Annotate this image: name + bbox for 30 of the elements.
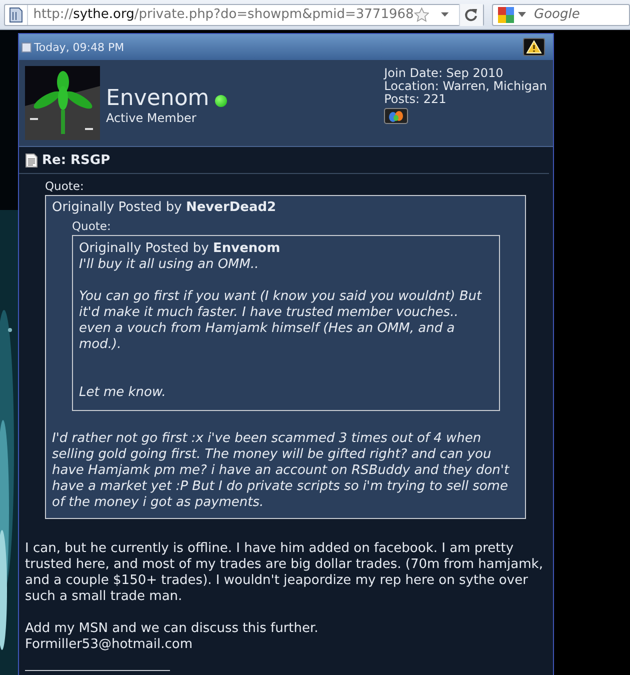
post-date: Today, 09:48 PM — [34, 40, 124, 54]
profile-detail: Join Date: Sep 2010 — [384, 67, 504, 80]
google-icon — [497, 6, 515, 24]
message-text: I can, but he currently is offline. I have him added on facebook. I am pretty trusted here, and most of my trades are big dollar trades. (70m from hamjamk, and a couple $150+ trades). I wouldn't jeapordize my rep here on sythe over such a small trade man. Add my MSN and we can discuss this further. — [25, 541, 544, 637]
reload-button[interactable] — [458, 4, 483, 26]
search-input[interactable]: Google — [532, 6, 616, 23]
quote-label: Quote: — [72, 219, 112, 235]
messenger-icon[interactable] — [384, 108, 408, 124]
quote-text: I'd rather not go first :x i've been scammed 3 times out of 4 when selling gold going first. The money will be gifted right? and can you have Hamjamk pm me? i have an account on RSBuddy and they don't have a market yet :P But I do private scripts so i'm trying to sell some of the money i got as payments. — [52, 431, 510, 511]
quote-label: Quote: — [45, 179, 85, 195]
warning-icon — [526, 40, 542, 54]
user-name[interactable]: Envenom — [106, 87, 210, 111]
quote-attribution: Originally Posted by NeverDead2 — [52, 200, 278, 216]
profile-detail: Posts: 221 — [384, 93, 448, 106]
profile-detail: Location: Warren, Michigan — [384, 80, 547, 93]
report-button[interactable] — [523, 38, 545, 56]
search-field[interactable]: Google — [492, 4, 630, 26]
post-icon — [21, 42, 32, 52]
star-icon[interactable] — [414, 6, 430, 24]
caret-icon[interactable] — [441, 12, 449, 17]
url-text[interactable]: http://sythe.org/private.php?do=showpm&pmid=3771968 — [28, 7, 414, 22]
document-icon — [25, 153, 38, 168]
email-address: Formiller53@hotmail.com — [25, 637, 194, 653]
quote-attribution: Originally Posted by Envenom — [79, 241, 282, 257]
user-rank: Active Member — [106, 111, 198, 126]
page-icon — [9, 6, 24, 22]
message-title: Re: RSGP — [42, 153, 110, 168]
quote-text: I'll buy it all using an OMM.. You can go first if you want (I know you said you wouldnt) But it'd make it much faster. I have trusted member vouches.. even a vouch from Hamjamk himself (Hes an OMM, and a mod.). Let me know. — [79, 257, 483, 401]
reload-icon — [464, 8, 478, 22]
caret-icon[interactable] — [518, 12, 526, 17]
